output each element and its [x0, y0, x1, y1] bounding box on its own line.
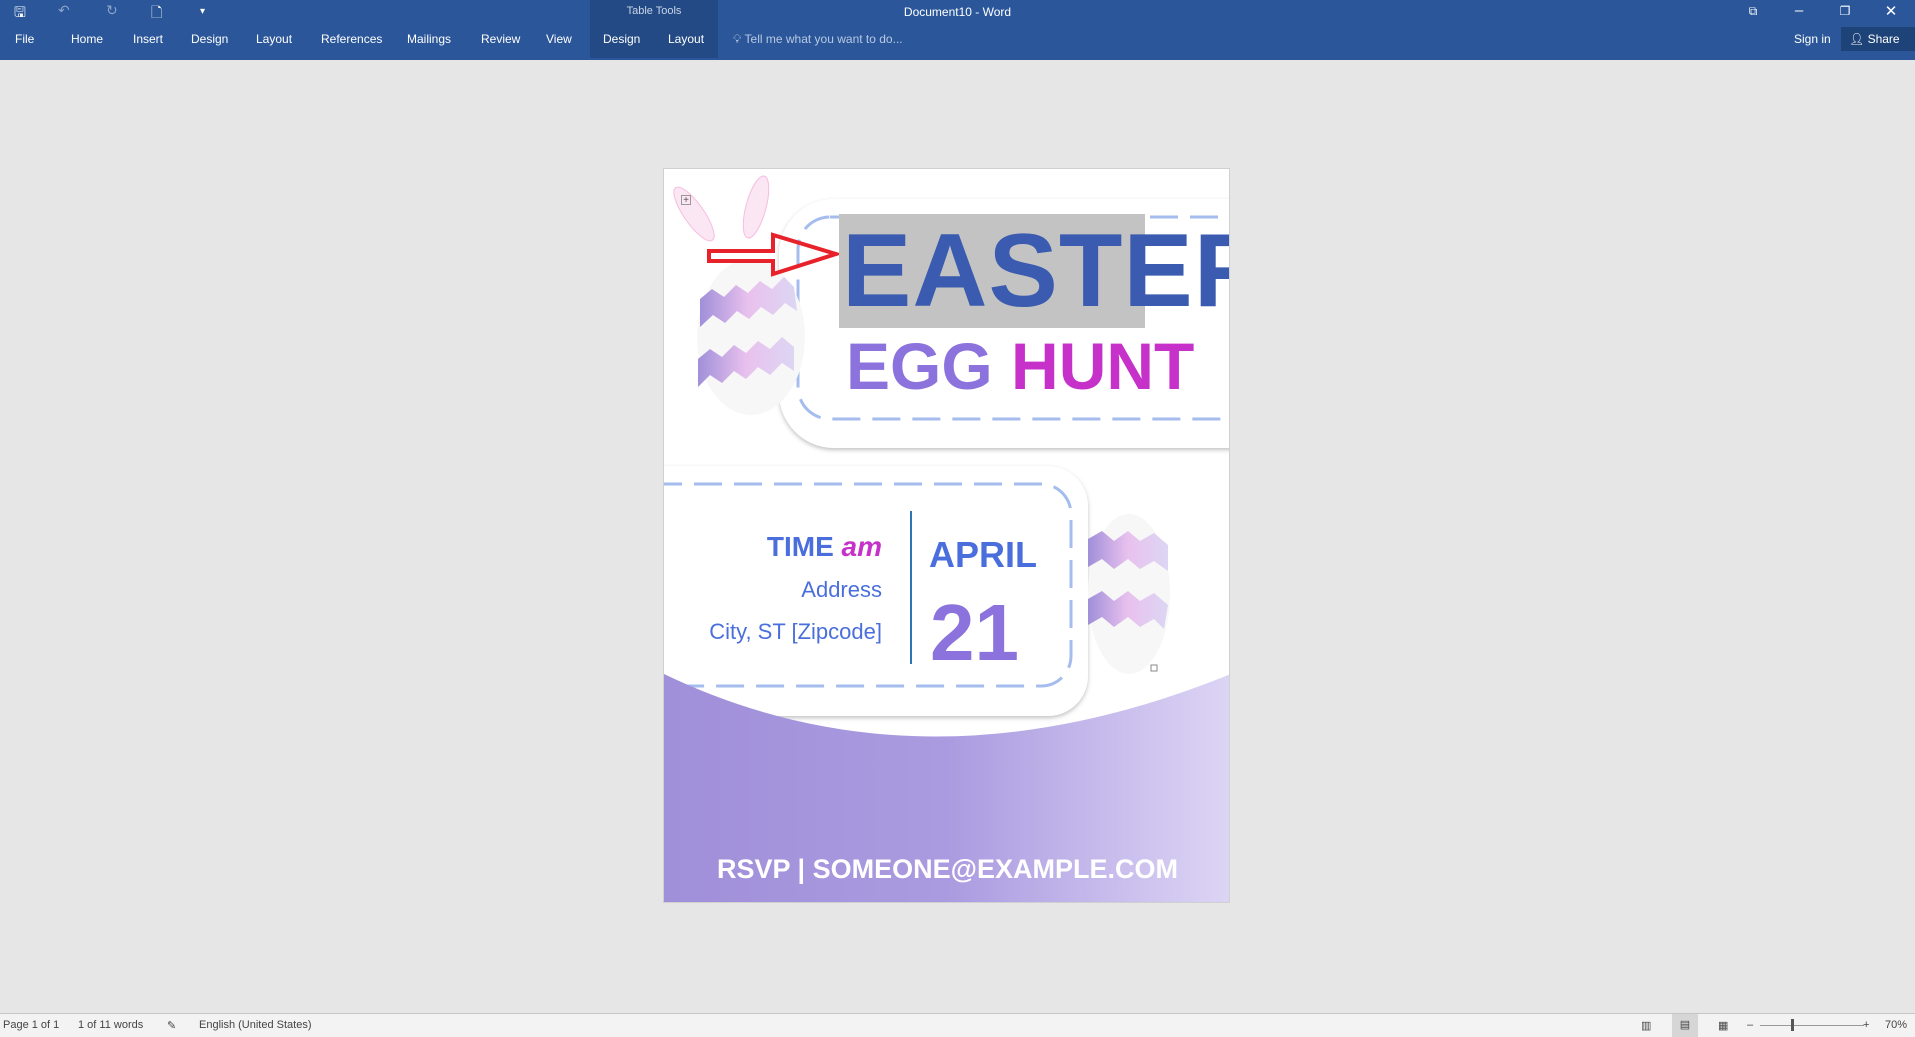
language[interactable]: English (United States) [199, 1019, 312, 1031]
time-line[interactable]: TIME am [767, 531, 882, 563]
zoom-slider-thumb[interactable] [1791, 1019, 1794, 1031]
ribbon-display-options-icon[interactable]: ⧉ [1738, 4, 1768, 19]
document-page[interactable]: + EASTER EGG HUNT TIME am Address City, … [663, 168, 1230, 903]
page-count[interactable]: Page 1 of 1 [3, 1019, 59, 1031]
time-value: am [841, 531, 882, 562]
bunny-egg-illustration [673, 175, 805, 415]
address-text[interactable]: Address [801, 577, 882, 603]
tell-me-search[interactable]: 💡︎ Tell me what you want to do... [733, 32, 903, 47]
title-egg-hunt[interactable]: EGG HUNT [846, 332, 1194, 400]
lightbulb-icon: 💡︎ [733, 32, 745, 46]
tab-insert[interactable]: Insert [133, 32, 163, 46]
rsvp-text[interactable]: RSVP | SOMEONE@EXAMPLE.COM [664, 854, 1229, 885]
tab-references[interactable]: References [321, 32, 382, 46]
web-layout-icon[interactable]: ▦ [1718, 1019, 1728, 1032]
zoom-level[interactable]: 70% [1885, 1019, 1907, 1031]
print-layout-icon[interactable]: ▤ [1672, 1014, 1698, 1037]
tab-mailings[interactable]: Mailings [407, 32, 451, 46]
share-label: Share [1867, 32, 1900, 46]
tab-home[interactable]: Home [71, 32, 103, 46]
title-bar: 🖫 ↶ ↻ 🗋 ▾ Table Tools Document10 - Word … [0, 0, 1915, 60]
time-label: TIME [766, 531, 834, 562]
tab-file[interactable]: File [15, 32, 34, 46]
person-icon: 👤︎ [1849, 32, 1868, 46]
month-text[interactable]: APRIL [929, 534, 1037, 576]
resize-handle [1150, 664, 1158, 672]
close-icon[interactable]: ✕ [1876, 2, 1906, 20]
day-text[interactable]: 21 [930, 587, 1019, 679]
table-move-handle-icon[interactable]: + [681, 195, 691, 206]
status-bar: Page 1 of 1 1 of 11 words ✎ English (Uni… [0, 1013, 1915, 1037]
read-mode-icon[interactable]: ▥ [1641, 1019, 1651, 1032]
tab-table-design[interactable]: Design [603, 32, 640, 46]
proofing-icon[interactable]: ✎ [167, 1019, 176, 1032]
minimize-icon[interactable]: – [1784, 2, 1814, 19]
zoom-slider[interactable] [1760, 1025, 1864, 1026]
word-count[interactable]: 1 of 11 words [78, 1019, 143, 1031]
document-title: Document10 - Word [903, 5, 1012, 19]
tab-table-layout[interactable]: Layout [668, 32, 704, 46]
restore-icon[interactable]: ❐ [1830, 4, 1860, 18]
city-text[interactable]: City, ST [Zipcode] [709, 619, 882, 645]
zoom-in-icon[interactable]: + [1863, 1019, 1869, 1031]
share-button[interactable]: 👤︎ Share [1841, 27, 1915, 51]
tab-design[interactable]: Design [191, 32, 228, 46]
tell-me-text: Tell me what you want to do... [744, 32, 903, 46]
sign-in-link[interactable]: Sign in [1794, 32, 1831, 46]
tab-layout[interactable]: Layout [256, 32, 292, 46]
tab-view[interactable]: View [546, 32, 572, 46]
tab-review[interactable]: Review [481, 32, 520, 46]
title-hunt: HUNT [1011, 329, 1195, 403]
title-easter[interactable]: EASTER [842, 211, 1229, 331]
right-egg-illustration [1088, 514, 1170, 674]
title-egg: EGG [846, 329, 993, 403]
zoom-out-icon[interactable]: – [1747, 1019, 1753, 1031]
